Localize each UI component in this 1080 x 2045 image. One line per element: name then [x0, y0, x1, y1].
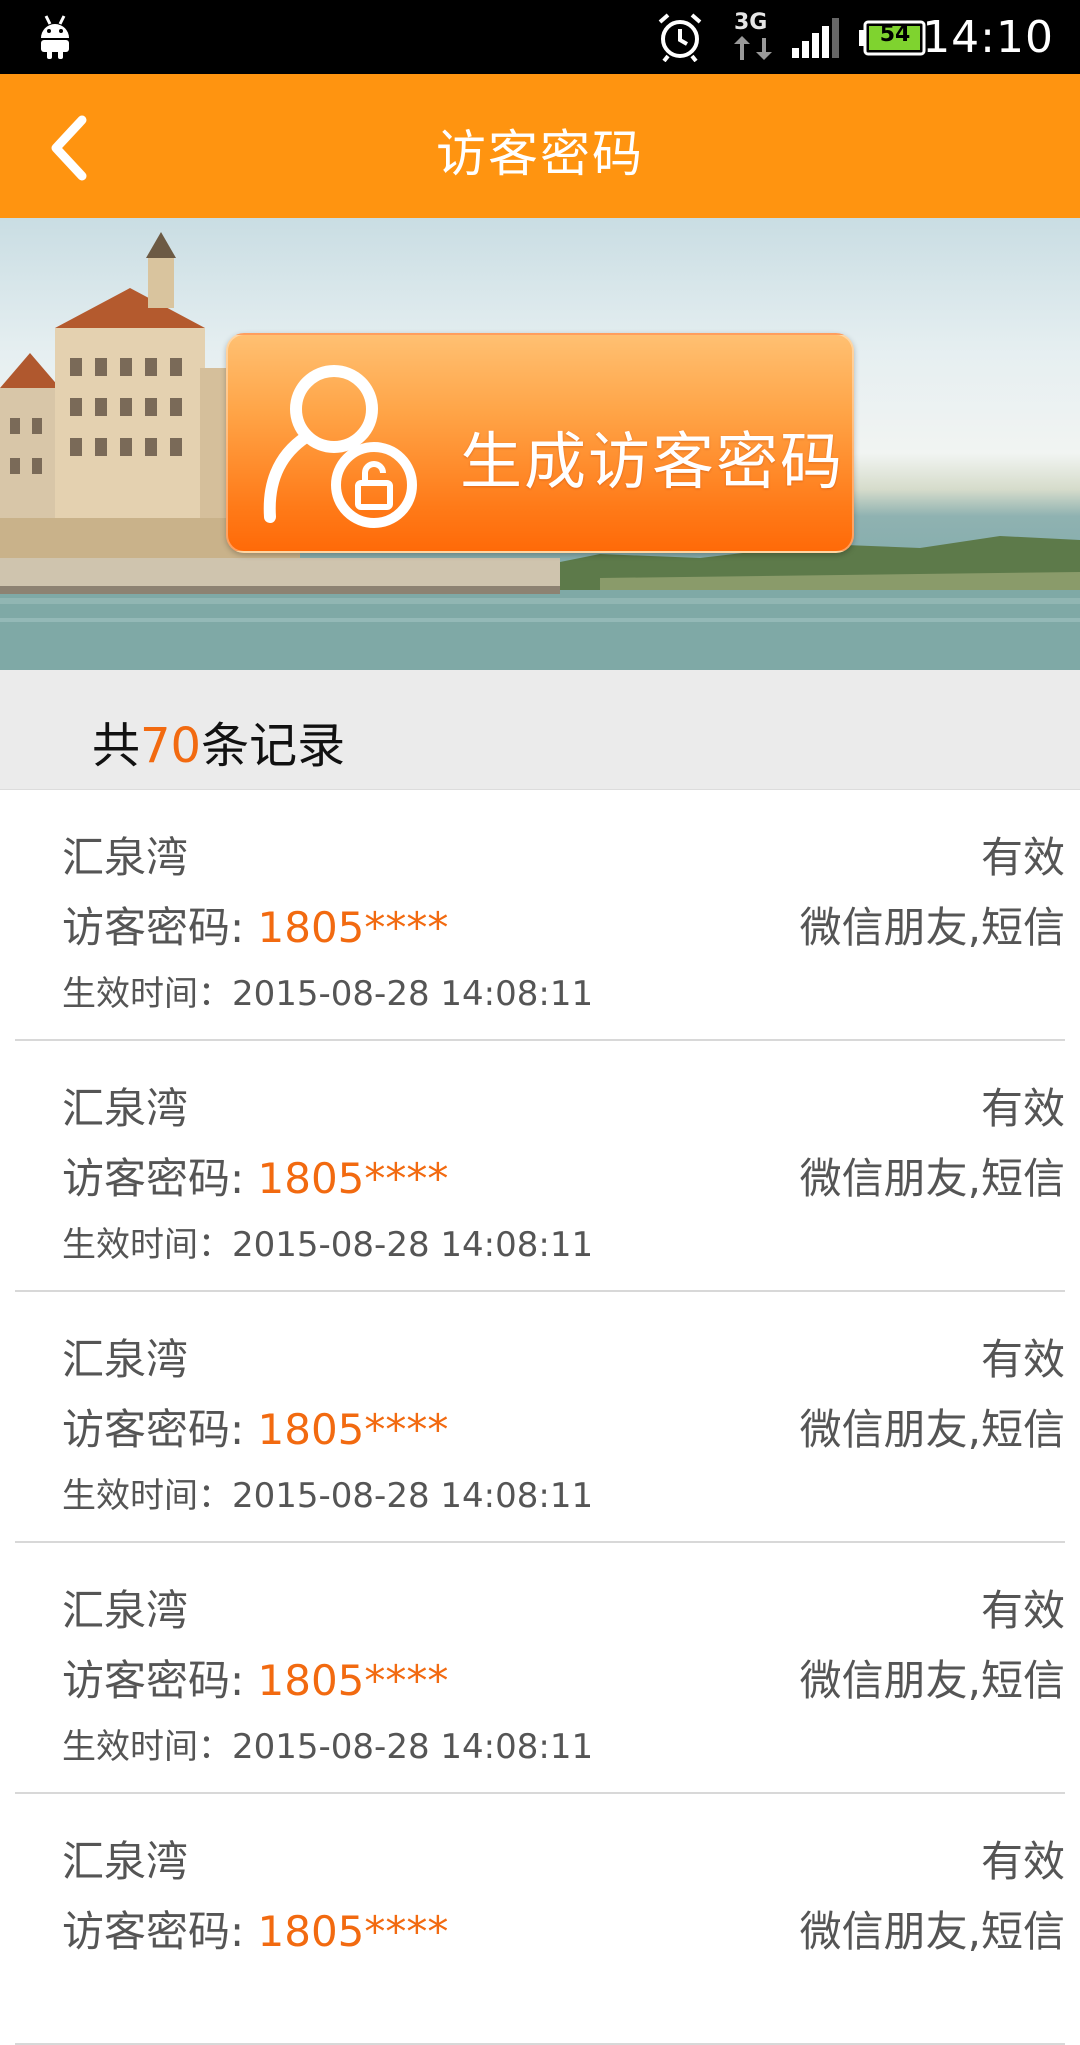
record-count-number: 70 [140, 718, 202, 774]
data-arrows-icon [734, 36, 772, 60]
share-channels: 微信朋友,短信 [799, 1405, 1065, 1454]
effective-time: 生效时间：2015-08-28 14:08:11 [62, 1468, 593, 1517]
generate-button-label: 生成访客密码 [460, 425, 845, 498]
list-item[interactable]: 汇泉湾 有效 访客密码: 1805**** 微信朋友,短信 生效时间：2015-… [15, 790, 1065, 1041]
page-title: 访客密码 [436, 125, 644, 183]
status-text: 有效 [980, 1586, 1065, 1635]
person-lock-icon [263, 365, 417, 528]
banner: 生成访客密码 [0, 218, 1080, 670]
status-text: 有效 [980, 1335, 1065, 1384]
community-name: 汇泉湾 [62, 1335, 189, 1384]
password-label: 访客密码: [62, 1154, 258, 1203]
community-name: 汇泉湾 [62, 833, 189, 882]
alarm-icon [658, 13, 702, 62]
record-count-bar: 共70条记录 [0, 670, 1080, 790]
generate-visitor-password-button[interactable]: 生成访客密码 [226, 333, 854, 553]
time-value: 2015-08-28 14:08:11 [232, 1476, 594, 1516]
time-label: 生效时间： [62, 974, 232, 1014]
time-value: 2015-08-28 14:08:11 [232, 974, 594, 1014]
record-count-suffix: 条记录 [201, 718, 346, 774]
password-value: 1805**** [257, 1405, 449, 1454]
app-header: 访客密码 [0, 74, 1080, 218]
password-label: 访客密码: [62, 1405, 258, 1454]
battery-level: 54 [879, 22, 911, 47]
effective-time: 生效时间：2015-08-28 14:08:11 [62, 966, 593, 1015]
record-count-text: 共70条记录 [92, 706, 345, 776]
password-line: 访客密码: 1805**** [62, 1898, 448, 1959]
time-label: 生效时间： [62, 1727, 232, 1767]
signal-icon [792, 18, 839, 58]
time-label: 生效时间： [62, 1225, 232, 1265]
time-value: 2015-08-28 14:08:11 [232, 1727, 594, 1767]
share-channels: 微信朋友,短信 [799, 903, 1065, 952]
list-item[interactable]: 汇泉湾 有效 访客密码: 1805**** 微信朋友,短信 生效时间：2015-… [15, 1543, 1065, 1794]
effective-time: 生效时间：2015-08-28 14:08:11 [62, 1217, 593, 1266]
password-value: 1805**** [257, 1907, 449, 1956]
status-text: 有效 [980, 1084, 1065, 1133]
password-value: 1805**** [257, 1154, 449, 1203]
share-channels: 微信朋友,短信 [799, 1154, 1065, 1203]
password-label: 访客密码: [62, 1656, 258, 1705]
community-name: 汇泉湾 [62, 1084, 189, 1133]
password-label: 访客密码: [62, 903, 258, 952]
password-line: 访客密码: 1805**** [62, 1396, 448, 1457]
password-line: 访客密码: 1805**** [62, 1145, 448, 1206]
time-value: 2015-08-28 14:08:11 [232, 1225, 594, 1265]
password-value: 1805**** [257, 903, 449, 952]
password-value: 1805**** [257, 1656, 449, 1705]
android-icon [41, 15, 69, 59]
status-text: 有效 [980, 833, 1065, 882]
status-clock: 14:10 [922, 12, 1054, 63]
share-channels: 微信朋友,短信 [799, 1907, 1065, 1956]
share-channels: 微信朋友,短信 [799, 1656, 1065, 1705]
list-item[interactable]: 汇泉湾 有效 访客密码: 1805**** 微信朋友,短信 生效时间：2015-… [15, 1041, 1065, 1292]
record-list: 汇泉湾 有效 访客密码: 1805**** 微信朋友,短信 生效时间：2015-… [0, 790, 1080, 2045]
record-count-prefix: 共 [92, 718, 141, 774]
time-label: 生效时间： [62, 1476, 232, 1516]
password-line: 访客密码: 1805**** [62, 1647, 448, 1708]
community-name: 汇泉湾 [62, 1586, 189, 1635]
community-name: 汇泉湾 [62, 1837, 189, 1886]
effective-time: 生效时间：2015-08-28 14:08:11 [62, 1719, 593, 1768]
password-line: 访客密码: 1805**** [62, 894, 448, 955]
status-text: 有效 [980, 1837, 1065, 1886]
list-item[interactable]: 汇泉湾 有效 访客密码: 1805**** 微信朋友,短信 生效时间：2015-… [15, 1292, 1065, 1543]
password-label: 访客密码: [62, 1907, 258, 1956]
status-bar: 3G 54 14:10 [0, 0, 1080, 74]
